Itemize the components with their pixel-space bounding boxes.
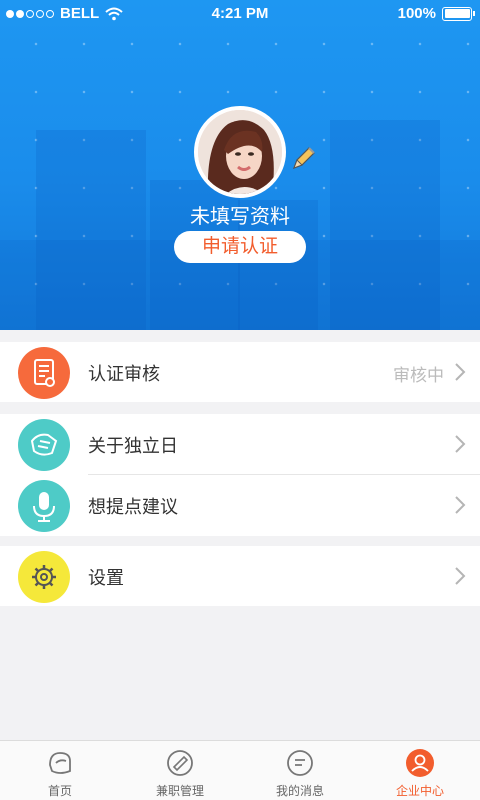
certificate-icon <box>18 347 70 399</box>
message-icon <box>287 750 313 776</box>
menu-item-label: 认证审核 <box>88 364 160 384</box>
profile-name[interactable]: 未填写资料 <box>0 200 480 229</box>
tab-label: 企业中心 <box>395 784 444 798</box>
status-bar: BELL 4:21 PM 100% <box>0 0 480 28</box>
tab-bar: 首页 兼职管理 我的消息 企业中心 <box>0 740 480 800</box>
tab-home[interactable]: 首页 <box>0 741 120 800</box>
menu-item-feedback[interactable]: 想提点建议 <box>0 475 480 535</box>
gear-icon <box>18 551 70 603</box>
status-text: 审核中 <box>393 366 444 385</box>
battery-level: 100% <box>397 5 436 22</box>
tab-label: 我的消息 <box>275 784 324 798</box>
profile-icon <box>406 749 434 777</box>
menu-item-label: 关于独立日 <box>88 436 178 456</box>
chevron-right-icon <box>455 567 466 585</box>
tab-messages[interactable]: 我的消息 <box>240 741 360 800</box>
chevron-right-icon <box>455 435 466 453</box>
menu-group-certification: 认证审核 审核中 <box>0 342 480 402</box>
chevron-right-icon <box>455 363 466 381</box>
profile-header: BELL 4:21 PM 100% 未填写资料 申请认证 <box>0 0 480 330</box>
menu-item-certification[interactable]: 认证审核 审核中 <box>0 342 480 402</box>
tab-label: 首页 <box>47 784 72 798</box>
edit-pencil-icon[interactable] <box>288 144 318 174</box>
job-icon <box>167 750 193 776</box>
menu-item-label: 设置 <box>88 568 124 588</box>
avatar[interactable] <box>194 106 286 198</box>
battery-icon <box>442 6 475 21</box>
menu-item-settings[interactable]: 设置 <box>0 546 480 606</box>
apply-certification-button[interactable]: 申请认证 <box>174 231 306 263</box>
menu-group-info: 关于独立日 想提点建议 <box>0 414 480 536</box>
home-icon <box>49 752 71 774</box>
tab-enterprise-center[interactable]: 企业中心 <box>360 741 480 800</box>
tab-label: 兼职管理 <box>155 784 204 798</box>
microphone-icon <box>18 480 70 532</box>
tab-job-management[interactable]: 兼职管理 <box>120 741 240 800</box>
handshake-icon <box>18 419 70 471</box>
menu-item-about[interactable]: 关于独立日 <box>0 414 480 474</box>
menu-group-settings: 设置 <box>0 546 480 606</box>
chevron-right-icon <box>455 496 466 514</box>
menu-item-label: 想提点建议 <box>88 497 178 517</box>
